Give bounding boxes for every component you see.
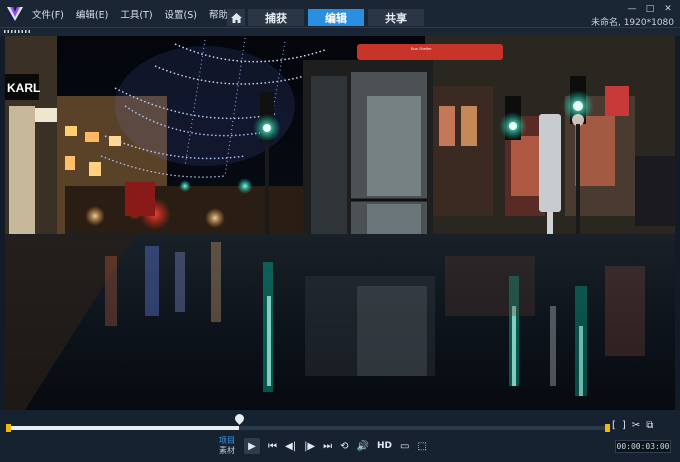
- minimize-button[interactable]: —: [626, 4, 638, 14]
- mode-clip[interactable]: 素材: [219, 446, 235, 456]
- to-start-button[interactable]: ⏮: [268, 439, 277, 453]
- menu-edit[interactable]: 编辑(E): [76, 7, 108, 21]
- play-button[interactable]: ▶: [244, 438, 260, 454]
- next-frame-button[interactable]: |▶: [304, 439, 315, 453]
- panel-grip-strip: [0, 28, 680, 36]
- home-button[interactable]: [227, 9, 245, 26]
- project-info: 未命名, 1920*1080: [590, 18, 674, 28]
- scrub-bar[interactable]: [8, 426, 608, 430]
- close-button[interactable]: ✕: [662, 4, 674, 14]
- preview-viewer[interactable]: KARL Bus Shelter: [5, 36, 675, 410]
- svg-text:KARL: KARL: [7, 81, 40, 95]
- grip-dots[interactable]: [4, 30, 30, 33]
- maximize-button[interactable]: □: [644, 4, 656, 14]
- copy-icon[interactable]: ⧉: [646, 420, 653, 431]
- menu-file[interactable]: 文件(F): [32, 7, 64, 21]
- to-end-button[interactable]: ⏭: [323, 439, 332, 453]
- repeat-icon[interactable]: ⟲: [340, 439, 348, 453]
- trim-handle-start[interactable]: [6, 424, 11, 432]
- timecode-display[interactable]: 00:00:03:00: [615, 440, 671, 453]
- trim-handle-end[interactable]: [605, 424, 610, 432]
- volume-icon[interactable]: 🔊: [357, 439, 369, 453]
- tab-share[interactable]: 共享: [368, 9, 424, 26]
- mark-out-button[interactable]: ]: [622, 420, 626, 431]
- tab-capture[interactable]: 捕获: [248, 9, 304, 26]
- videostudio-window: 文件(F) 编辑(E) 工具(T) 设置(S) 帮助(H) 捕获 编辑 共享 —…: [0, 0, 680, 462]
- mode-project[interactable]: 项目: [219, 436, 235, 446]
- menu-tools[interactable]: 工具(T): [120, 7, 152, 21]
- title-bar: 文件(F) 编辑(E) 工具(T) 设置(S) 帮助(H) 捕获 编辑 共享 —…: [0, 0, 680, 28]
- night-street-photo: KARL Bus Shelter: [5, 36, 675, 410]
- split-clip-icon[interactable]: ✂: [632, 420, 640, 431]
- prev-frame-button[interactable]: ◀|: [285, 439, 296, 453]
- menu-bar: 文件(F) 编辑(E) 工具(T) 设置(S) 帮助(H): [32, 7, 255, 21]
- transport-controls: ▶ ⏮ ◀| |▶ ⏭ ⟲ 🔊 HD ▭ ⬚: [244, 438, 427, 454]
- svg-text:Bus Shelter: Bus Shelter: [411, 46, 432, 51]
- playback-mode: 项目 素材: [219, 436, 235, 456]
- app-logo-icon: [7, 7, 23, 21]
- aspect-ratio-icon[interactable]: ▭: [400, 439, 409, 453]
- hd-preview-toggle[interactable]: HD: [377, 441, 392, 451]
- mark-in-button[interactable]: [: [612, 420, 616, 431]
- player-controls: [0, 410, 680, 462]
- home-icon: [230, 12, 242, 23]
- workspace-tabs: 捕获 编辑 共享: [248, 9, 424, 26]
- expand-icon[interactable]: ⬚: [417, 439, 426, 453]
- trim-controls: [ ] ✂ ⧉: [612, 420, 653, 431]
- menu-settings[interactable]: 设置(S): [165, 7, 197, 21]
- scrub-progress: [8, 426, 239, 430]
- tab-edit[interactable]: 编辑: [308, 9, 364, 26]
- window-controls: — □ ✕: [626, 4, 674, 14]
